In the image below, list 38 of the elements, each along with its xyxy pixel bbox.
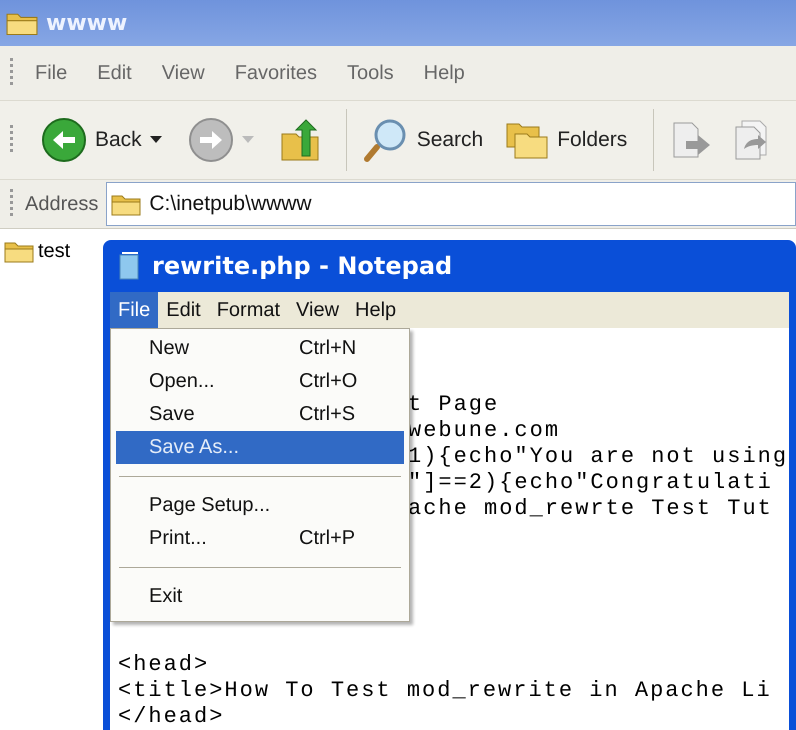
caret-icon (150, 136, 162, 144)
address-label: Address (25, 192, 98, 216)
menu-item[interactable]: Help (347, 292, 404, 328)
menu-item[interactable]: Edit (158, 292, 209, 328)
code-line: t Page (408, 392, 500, 417)
code-line: webune.com (408, 418, 560, 443)
menu-option[interactable]: Exit (116, 580, 404, 613)
code-line: </head> (118, 704, 224, 729)
menu-item[interactable]: File (110, 292, 158, 328)
code-line: <title>How To Test mod_rewrite in Apache Li (118, 678, 772, 703)
menu-option[interactable]: Save Ctrl+S (116, 398, 404, 431)
code-line: <head> (118, 652, 210, 677)
back-button[interactable]: Back (35, 117, 168, 163)
caret-icon (242, 136, 254, 144)
window-title: wwww (46, 10, 128, 36)
folder-up-icon (280, 118, 320, 162)
menu-item[interactable]: View (288, 292, 348, 328)
code-line: 1){echo"You are not using (408, 444, 788, 469)
menu-item[interactable]: Tools (346, 62, 394, 84)
menu-option[interactable]: New Ctrl+N (116, 332, 404, 365)
code-line: ache mod_rewrte Test Tut (408, 496, 773, 521)
menu-item[interactable]: Help (424, 62, 465, 84)
menu-option[interactable]: Save As... (116, 431, 404, 464)
menu-item[interactable]: View (162, 62, 205, 84)
folders-button[interactable]: Folders (499, 120, 634, 160)
window-title: rewrite.php - Notepad (152, 252, 452, 280)
menu-item[interactable]: Edit (97, 62, 132, 84)
folder-name[interactable]: test (38, 240, 70, 262)
menu-item[interactable]: Format (208, 292, 288, 328)
menu-item[interactable]: Favorites (234, 62, 317, 84)
menu-item[interactable]: File (35, 62, 68, 84)
text-area[interactable] (110, 328, 789, 730)
search-button[interactable]: Search (356, 117, 490, 163)
menu-option[interactable]: Page Setup... (116, 489, 404, 522)
menu-option[interactable]: Open... Ctrl+O (116, 365, 404, 398)
menu-option[interactable]: Print... Ctrl+P (116, 522, 404, 555)
address-field[interactable]: C:\inetpub\wwww (106, 182, 796, 226)
code-line: "]==2){echo"Congratulati (408, 470, 773, 495)
